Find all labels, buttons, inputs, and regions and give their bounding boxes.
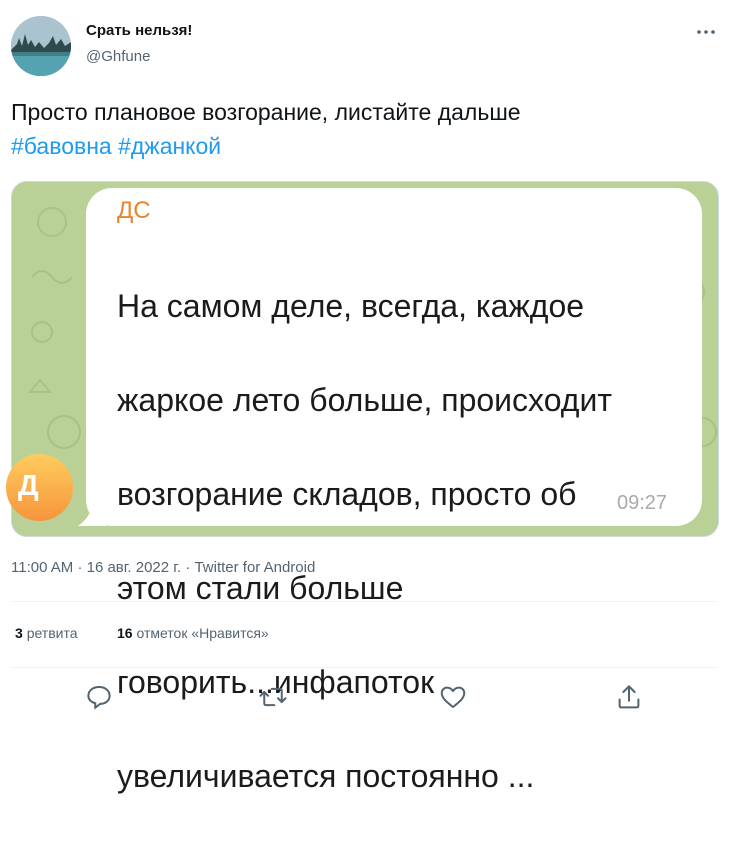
chat-message-line: возгорание складов, просто об bbox=[117, 476, 577, 512]
chat-avatar-letter: Д bbox=[18, 470, 39, 502]
more-dots-icon[interactable] bbox=[694, 20, 718, 44]
hashtag-link[interactable]: #джанкой bbox=[118, 133, 221, 159]
reply-icon[interactable] bbox=[84, 682, 114, 712]
tweet-body: Просто плановое возгорание, листайте дал… bbox=[11, 99, 521, 125]
tweet-meta: 11:00 AM · 16 авг. 2022 г. · Twitter for… bbox=[11, 559, 315, 576]
chat-sender-name: ДС bbox=[117, 197, 151, 224]
retweets-stat[interactable]: 3 ретвита bbox=[15, 625, 78, 641]
author-handle[interactable]: @Ghfune bbox=[86, 48, 150, 65]
chat-message-text: На самом деле, всегда, каждое жаркое лет… bbox=[117, 236, 697, 847]
heart-icon[interactable] bbox=[438, 682, 468, 712]
tweet-source[interactable]: Twitter for Android bbox=[194, 559, 315, 576]
divider bbox=[11, 667, 717, 668]
chat-message-time: 09:27 bbox=[617, 492, 668, 514]
meta-separator: · bbox=[77, 559, 83, 576]
retweets-label: ретвита bbox=[26, 625, 78, 641]
hashtag-link[interactable]: #бавовна bbox=[11, 133, 112, 159]
chat-message-line: увеличивается постоянно ... bbox=[117, 758, 535, 794]
likes-label: отметок «Нравится» bbox=[136, 625, 269, 641]
likes-count: 16 bbox=[117, 625, 133, 641]
chat-message-line: На самом деле, всегда, каждое bbox=[117, 288, 585, 324]
tweet: Срать нельзя! @Ghfune Просто плановое во… bbox=[0, 0, 736, 794]
divider bbox=[11, 601, 717, 602]
tweet-date[interactable]: 16 авг. 2022 г. bbox=[87, 559, 181, 576]
tweet-text: Просто плановое возгорание, листайте дал… bbox=[11, 95, 721, 163]
author-avatar[interactable] bbox=[11, 16, 71, 76]
tweet-time[interactable]: 11:00 AM bbox=[11, 559, 73, 576]
retweet-icon[interactable] bbox=[258, 682, 288, 712]
retweets-count: 3 bbox=[15, 625, 23, 641]
likes-stat[interactable]: 16 отметок «Нравится» bbox=[117, 625, 269, 641]
chat-message-line: жаркое лето больше, происходит bbox=[117, 382, 612, 418]
chat-avatar: Д bbox=[6, 454, 73, 521]
meta-separator: · bbox=[185, 559, 191, 576]
share-icon[interactable] bbox=[614, 682, 644, 712]
avatar-image bbox=[11, 16, 71, 76]
author-display-name[interactable]: Срать нельзя! bbox=[86, 22, 192, 39]
